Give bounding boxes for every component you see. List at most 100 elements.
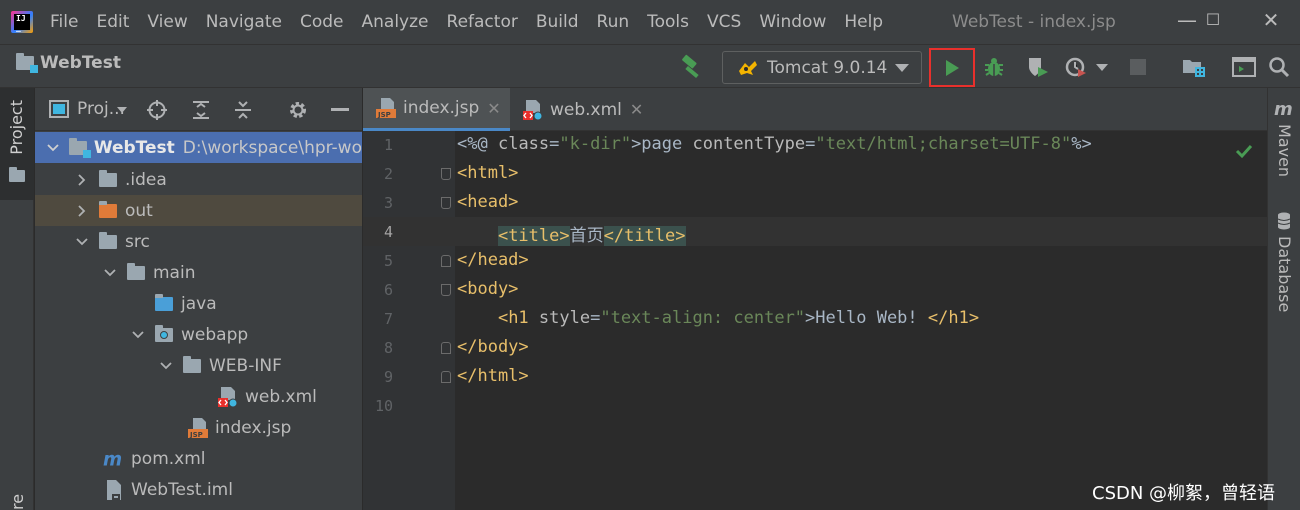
project-tree: WebTest D:\workspace\hpr-wo .idea out sr… bbox=[35, 131, 362, 510]
web-folder-icon bbox=[153, 324, 175, 345]
checkmark-icon[interactable] bbox=[1235, 143, 1253, 159]
close-icon[interactable]: ✕ bbox=[630, 100, 643, 119]
project-view-icon bbox=[49, 100, 69, 118]
stop-button[interactable] bbox=[1124, 53, 1152, 81]
tree-item-label: src bbox=[125, 231, 150, 252]
fold-marker-icon[interactable] bbox=[441, 371, 451, 383]
run-with-coverage-button[interactable] bbox=[1024, 53, 1052, 81]
menu-analyze[interactable]: Analyze bbox=[353, 0, 438, 44]
svg-text:m: m bbox=[1274, 100, 1293, 118]
tree-item-main[interactable]: main bbox=[35, 257, 362, 288]
project-tool-window-tab[interactable]: Project bbox=[0, 88, 34, 200]
line-number: 4 bbox=[383, 223, 393, 241]
tab-label: web.xml bbox=[550, 99, 622, 120]
tomcat-icon bbox=[739, 60, 757, 75]
hide-panel-icon[interactable] bbox=[331, 108, 349, 111]
database-icon bbox=[1277, 212, 1291, 230]
menu-tools[interactable]: Tools bbox=[638, 0, 698, 44]
fold-marker-icon[interactable] bbox=[441, 255, 451, 267]
source-folder-icon bbox=[153, 293, 175, 314]
tree-item-webtest-iml[interactable]: WebTest.iml bbox=[35, 474, 362, 505]
tree-item-web-xml[interactable]: web.xml bbox=[35, 381, 362, 412]
breadcrumb[interactable]: WebTest bbox=[16, 53, 121, 73]
tree-item-out[interactable]: out bbox=[35, 195, 362, 226]
menu-navigate[interactable]: Navigate bbox=[197, 0, 291, 44]
tree-item-idea[interactable]: .idea bbox=[35, 164, 362, 195]
chevron-down-icon bbox=[47, 141, 60, 155]
close-window-button[interactable]: ✕ bbox=[1246, 0, 1296, 44]
profiler-button[interactable] bbox=[1062, 53, 1090, 81]
tree-item-pom-xml[interactable]: m pom.xml bbox=[35, 443, 362, 474]
menu-edit[interactable]: Edit bbox=[87, 0, 138, 44]
maximize-button[interactable]: ☐ bbox=[1188, 0, 1238, 44]
menu-vcs[interactable]: VCS bbox=[698, 0, 750, 44]
collapse-all-icon[interactable] bbox=[232, 99, 254, 121]
fold-marker-icon[interactable] bbox=[441, 168, 451, 180]
chevron-right-icon bbox=[75, 173, 89, 187]
menu-view[interactable]: View bbox=[138, 0, 196, 44]
run-button[interactable] bbox=[929, 48, 975, 87]
tree-item-label: java bbox=[181, 293, 217, 314]
tree-item-src[interactable]: src bbox=[35, 226, 362, 257]
expand-all-icon[interactable] bbox=[190, 99, 212, 121]
chevron-down-icon bbox=[895, 64, 909, 72]
bug-icon bbox=[985, 58, 1003, 76]
more-run-options-button[interactable] bbox=[1092, 53, 1112, 81]
debug-button[interactable] bbox=[980, 53, 1008, 81]
play-icon bbox=[946, 59, 959, 76]
tree-item-label: WebTest bbox=[93, 137, 175, 158]
chevron-down-icon bbox=[103, 266, 117, 280]
database-tab[interactable]: Database bbox=[1275, 236, 1294, 312]
tab-web-xml[interactable]: web.xml ✕ bbox=[510, 88, 650, 131]
terminal-window-icon bbox=[1232, 57, 1256, 77]
line-number: 3 bbox=[383, 194, 393, 212]
build-hammer-icon[interactable] bbox=[678, 53, 706, 81]
fold-marker-icon[interactable] bbox=[441, 284, 451, 296]
line-number: 8 bbox=[383, 339, 393, 357]
tree-item-index-jsp[interactable]: JSP index.jsp bbox=[35, 412, 362, 443]
menu-window[interactable]: Window bbox=[750, 0, 835, 44]
fold-marker-icon[interactable] bbox=[441, 197, 451, 209]
tree-item-web-inf[interactable]: WEB-INF bbox=[35, 350, 362, 381]
line-number: 5 bbox=[383, 252, 393, 270]
project-structure-button[interactable] bbox=[1180, 53, 1208, 81]
tree-item-label: out bbox=[125, 200, 153, 221]
breadcrumb-project: WebTest bbox=[40, 53, 121, 73]
run-configuration-select[interactable]: Tomcat 9.0.14 bbox=[722, 51, 922, 84]
locate-file-icon[interactable] bbox=[146, 99, 168, 121]
code-line: </html> bbox=[457, 366, 529, 386]
tree-item-webapp[interactable]: webapp bbox=[35, 319, 362, 350]
tree-item-webtest[interactable]: WebTest D:\workspace\hpr-wo bbox=[35, 132, 362, 163]
menu-build[interactable]: Build bbox=[527, 0, 588, 44]
excluded-folder-icon bbox=[97, 200, 119, 221]
menu-bar: IJ _ File Edit View Navigate Code Analyze… bbox=[0, 0, 1300, 44]
tab-index-jsp[interactable]: JSP index.jsp ✕ bbox=[363, 88, 510, 131]
tree-item-path: D:\workspace\hpr-wo bbox=[182, 137, 362, 158]
line-number: 7 bbox=[383, 310, 393, 328]
code-line: <body> bbox=[457, 279, 519, 299]
profiler-icon bbox=[1065, 57, 1086, 77]
tree-item-label: WebTest.iml bbox=[131, 479, 233, 500]
web-xml-icon bbox=[522, 99, 544, 120]
maven-tab[interactable]: Maven bbox=[1275, 124, 1294, 177]
line-number: 2 bbox=[383, 165, 393, 183]
structure-tab-label[interactable]: re bbox=[8, 488, 27, 510]
menu-help[interactable]: Help bbox=[835, 0, 892, 44]
svg-text:JSP: JSP bbox=[189, 431, 203, 439]
search-everywhere-button[interactable] bbox=[1265, 53, 1293, 81]
project-panel-header: Proj... bbox=[35, 88, 362, 131]
menu-code[interactable]: Code bbox=[291, 0, 353, 44]
search-icon bbox=[1269, 57, 1290, 78]
folder-icon bbox=[181, 355, 203, 376]
gear-icon[interactable] bbox=[287, 99, 309, 121]
folder-icon bbox=[9, 167, 25, 182]
tree-item-java[interactable]: java bbox=[35, 288, 362, 319]
close-icon[interactable]: ✕ bbox=[487, 99, 500, 118]
fold-marker-icon[interactable] bbox=[441, 342, 451, 354]
menu-run[interactable]: Run bbox=[588, 0, 639, 44]
maven-icon: m bbox=[103, 449, 125, 469]
run-anything-button[interactable] bbox=[1230, 53, 1258, 81]
chevron-down-icon bbox=[131, 328, 145, 342]
menu-refactor[interactable]: Refactor bbox=[438, 0, 527, 44]
menu-file[interactable]: File bbox=[41, 0, 87, 44]
